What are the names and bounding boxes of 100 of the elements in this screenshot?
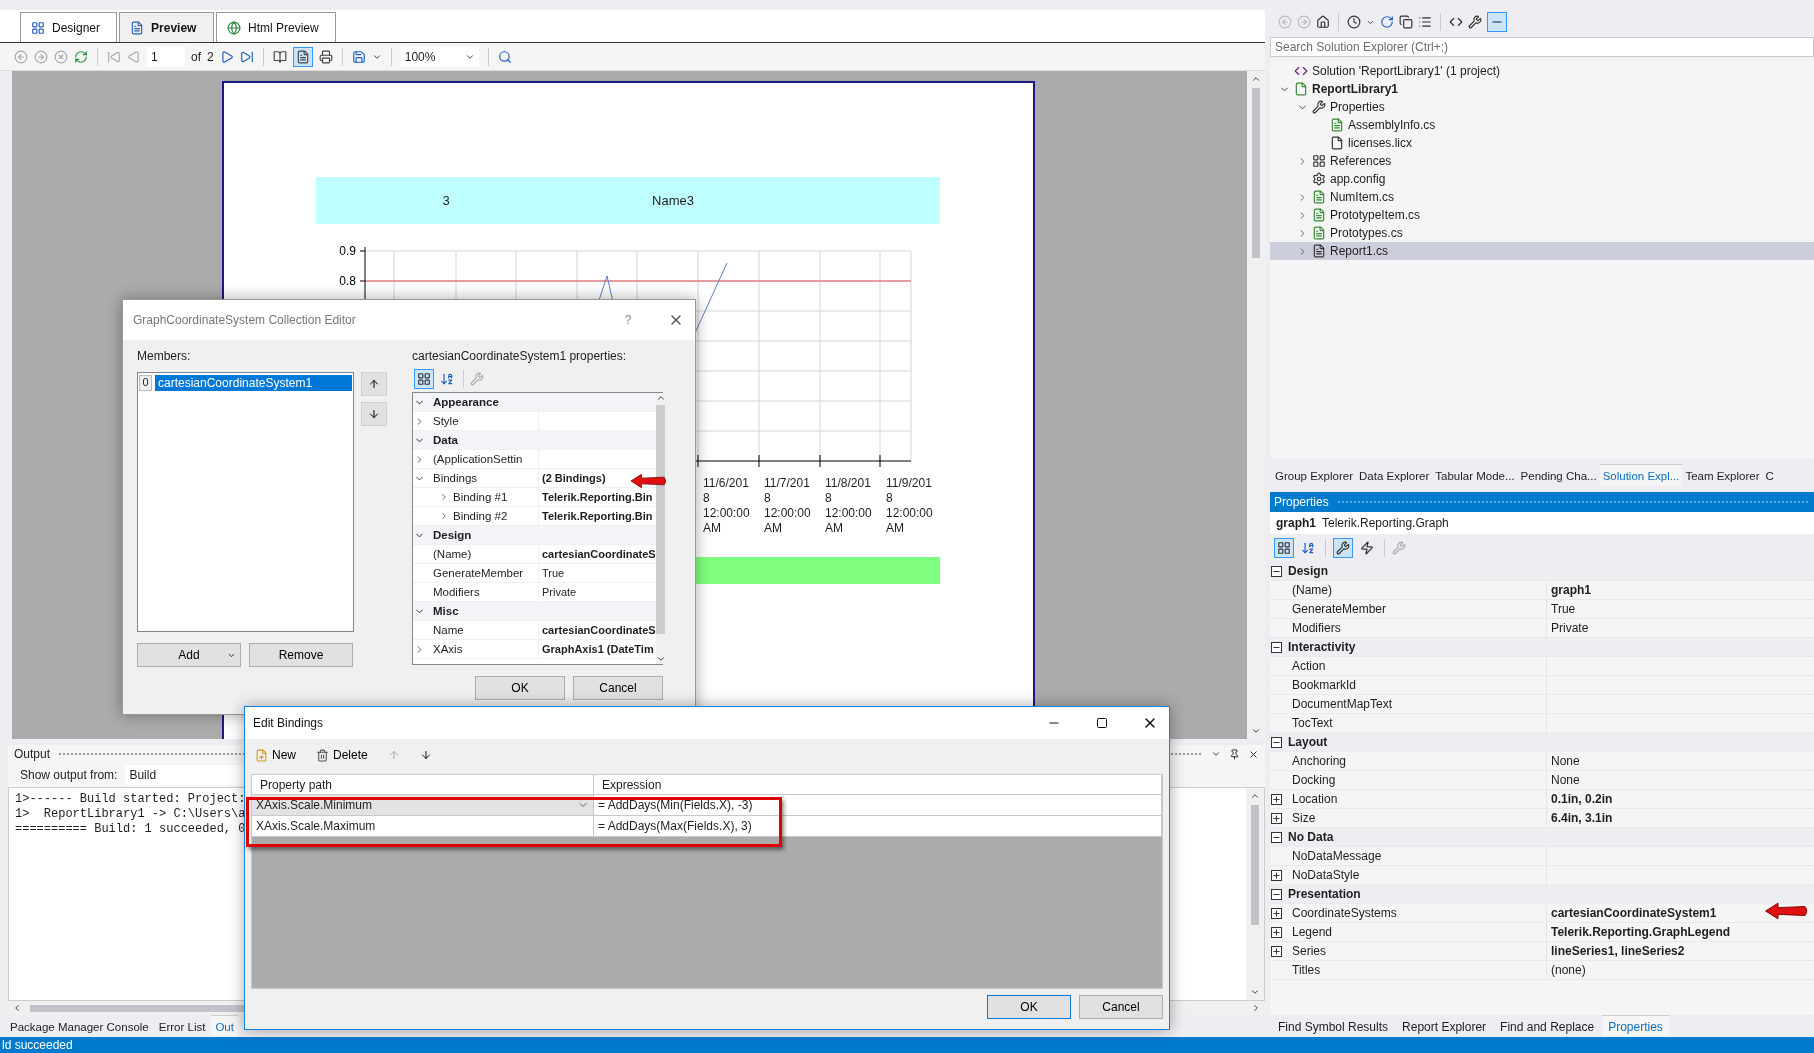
panel-tab[interactable]: Data Explorer (1356, 464, 1433, 486)
tree-item[interactable]: Solution 'ReportLibrary1' (1 project) (1270, 62, 1814, 80)
property-row[interactable]: Action (1270, 657, 1814, 676)
tree-item[interactable]: app.config (1270, 170, 1814, 188)
property-row[interactable]: GenerateMember True (1270, 600, 1814, 619)
property-category[interactable]: Misc (413, 602, 656, 621)
collapse-icon[interactable] (1270, 736, 1282, 748)
panel-tab[interactable]: Package Manager Console (6, 1015, 153, 1037)
property-row[interactable]: Anchoring None (1270, 752, 1814, 771)
panel-tab[interactable]: Solution Expl... (1599, 464, 1683, 486)
refresh-icon[interactable] (1380, 15, 1394, 29)
expand-icon[interactable] (1270, 945, 1282, 957)
collapse-icon[interactable] (1270, 888, 1282, 900)
home-icon[interactable] (1316, 15, 1330, 29)
refresh-icon[interactable] (74, 49, 88, 64)
property-row[interactable]: NoDataStyle (1270, 866, 1814, 885)
help-button[interactable]: ? (609, 306, 647, 334)
scrollbar[interactable] (1246, 788, 1264, 1000)
zoom-dropdown[interactable]: 100% (400, 46, 479, 67)
page-setup-button[interactable] (292, 46, 313, 67)
binding-row[interactable]: XAxis.Scale.Maximum = AddDays(Max(Fields.X), 3) (252, 816, 1162, 837)
tree-item[interactable]: Properties (1270, 98, 1814, 116)
property-row[interactable]: Legend Telerik.Reporting.GraphLegend (1270, 923, 1814, 942)
cancel-button[interactable]: Cancel (1079, 995, 1163, 1019)
collapse-icon[interactable] (1270, 565, 1282, 577)
property-row[interactable]: Series lineSeries1, lineSeries2 (1270, 942, 1814, 961)
panel-tab[interactable]: C (1762, 464, 1777, 486)
property-row[interactable]: Docking None (1270, 771, 1814, 790)
ok-button[interactable]: OK (475, 676, 565, 700)
property-row[interactable]: Location 0.1in, 0.2in (1270, 790, 1814, 809)
tree-item[interactable]: References (1270, 152, 1814, 170)
page-number-field[interactable]: 1 (147, 46, 185, 67)
panel-tab[interactable]: Tabular Mode... (1432, 464, 1518, 486)
property-category[interactable]: Interactivity (1270, 638, 1814, 657)
property-row[interactable]: DocumentMapText (1270, 695, 1814, 714)
property-row[interactable]: Titles (none) (1270, 961, 1814, 980)
panel-tab[interactable]: Find and Replace (1494, 1015, 1601, 1037)
clock-icon[interactable] (1347, 15, 1361, 29)
property-row[interactable]: Modifiers Private (1270, 619, 1814, 638)
panel-tab[interactable]: Report Explorer (1396, 1015, 1493, 1037)
property-category[interactable]: Presentation (1270, 885, 1814, 904)
tree-item[interactable]: ReportLibrary1 (1270, 80, 1814, 98)
delete-button[interactable]: Delete (316, 748, 368, 762)
tree-item[interactable]: AssemblyInfo.cs (1270, 116, 1814, 134)
panel-tab[interactable]: Pending Cha... (1517, 464, 1600, 486)
property-row[interactable]: Binding #2 Telerik.Reporting.Bin (413, 507, 656, 526)
property-row[interactable]: XAxis GraphAxis1 (DateTim (413, 640, 656, 659)
property-row[interactable]: (Name) cartesianCoordinateS (413, 545, 656, 564)
last-page-icon[interactable] (239, 49, 254, 64)
collapse-icon[interactable] (1270, 641, 1282, 653)
pin-icon[interactable] (1229, 748, 1240, 760)
document-tab[interactable]: Designer (20, 12, 118, 42)
expand-icon[interactable] (1270, 812, 1282, 824)
property-row[interactable]: Style (413, 412, 656, 431)
property-row[interactable]: TocText (1270, 714, 1814, 733)
collapsed-icon[interactable] (439, 492, 449, 502)
code-icon[interactable] (1449, 15, 1463, 29)
tree-item[interactable]: NumItem.cs (1270, 188, 1814, 206)
tree-item[interactable]: PrototypeItem.cs (1270, 206, 1814, 224)
add-button[interactable]: Add (137, 643, 241, 667)
tree-item[interactable]: licenses.licx (1270, 134, 1814, 152)
member-item[interactable]: 0 cartesianCoordinateSystem1 (139, 374, 352, 391)
property-row[interactable]: Modifiers Private (413, 583, 656, 602)
scrollbar[interactable] (655, 393, 666, 664)
move-down-button[interactable] (361, 402, 387, 426)
remove-button[interactable]: Remove (249, 643, 353, 667)
search-field[interactable]: Search Solution Explorer (Ctrl+;) (1270, 37, 1814, 57)
property-row[interactable]: NoDataMessage (1270, 847, 1814, 866)
property-category[interactable]: Data (413, 431, 656, 450)
property-row[interactable]: Binding #1 Telerik.Reporting.Bin (413, 488, 656, 507)
property-row[interactable]: (Name) graph1 (1270, 581, 1814, 600)
close-icon[interactable] (1248, 748, 1259, 760)
panel-tab[interactable]: Out (211, 1015, 238, 1037)
property-row[interactable]: Bindings (2 Bindings) (413, 469, 656, 488)
scrollbar-thumb[interactable] (1252, 88, 1260, 258)
property-row[interactable]: Name cartesianCoordinateS (413, 621, 656, 640)
property-category[interactable]: Layout (1270, 733, 1814, 752)
cancel-button[interactable]: Cancel (573, 676, 663, 700)
panel-tab[interactable]: Team Explorer (1682, 464, 1763, 486)
property-category[interactable]: No Data (1270, 828, 1814, 847)
property-category[interactable]: Design (1270, 562, 1814, 581)
wrench-icon[interactable] (1468, 15, 1482, 29)
ok-button[interactable]: OK (987, 995, 1071, 1019)
tree-item[interactable]: Prototypes.cs (1270, 224, 1814, 242)
property-row[interactable]: CoordinateSystems cartesianCoordinateSystem1 (1270, 904, 1814, 923)
preview-toggle-button[interactable] (1487, 12, 1507, 32)
collapsed-icon[interactable] (439, 511, 449, 521)
panel-tab[interactable]: Properties (1602, 1015, 1669, 1037)
property-row[interactable]: GenerateMember True (413, 564, 656, 583)
move-up-button[interactable] (361, 372, 387, 396)
next-page-icon[interactable] (219, 49, 234, 64)
expand-icon[interactable] (1270, 907, 1282, 919)
scrollbar-thumb[interactable] (656, 405, 666, 634)
property-row[interactable]: Size 6.4in, 3.1in (1270, 809, 1814, 828)
show-files-icon[interactable] (1418, 15, 1432, 29)
search-icon[interactable] (497, 49, 512, 64)
properties-button[interactable] (1333, 538, 1353, 558)
panel-tab[interactable]: Error List (154, 1015, 210, 1037)
panel-tab[interactable]: Find Symbol Results (1272, 1015, 1395, 1037)
expand-icon[interactable] (1270, 926, 1282, 938)
